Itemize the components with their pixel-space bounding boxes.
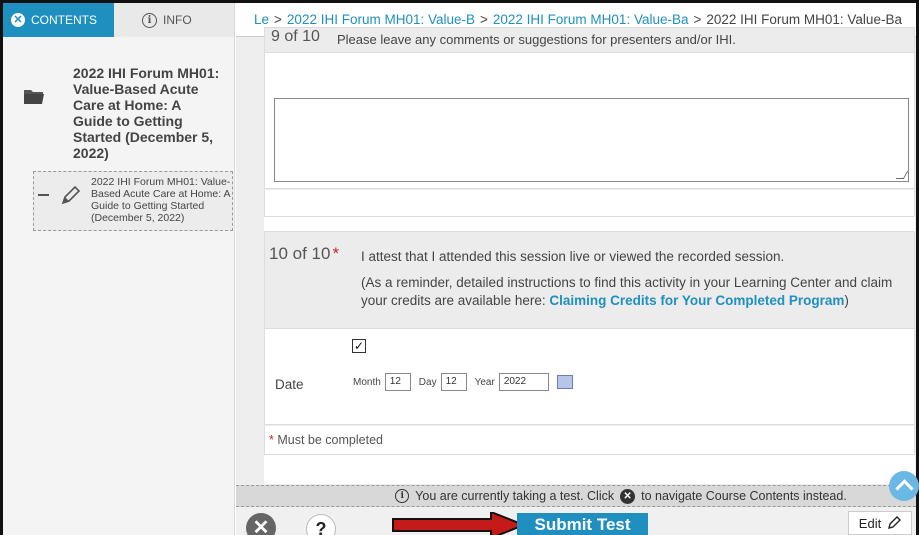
scroll-to-top-button[interactable]: [889, 471, 919, 501]
close-circle-icon[interactable]: ✕: [11, 13, 25, 27]
breadcrumb-separator: >: [480, 12, 488, 27]
day-label: Day: [418, 376, 437, 388]
module-title: 2022 IHI Forum MH01: Value-Based Acute C…: [91, 176, 231, 224]
tab-contents[interactable]: ✕ CONTENTS: [3, 3, 114, 37]
course-item[interactable]: 2022 IHI Forum MH01: Value-Based Acute C…: [3, 37, 234, 161]
pencil-icon: [888, 516, 902, 529]
breadcrumb-link-module[interactable]: 2022 IHI Forum MH01: Value-Ba: [493, 12, 689, 27]
breadcrumb-separator: >: [274, 12, 282, 27]
module-item[interactable]: 2022 IHI Forum MH01: Value-Based Acute C…: [33, 171, 233, 231]
required-note-text: Must be completed: [277, 433, 383, 447]
question-10-number: 10 of 10 *: [269, 244, 339, 264]
resize-handle-icon[interactable]: [895, 171, 909, 179]
close-circle-icon[interactable]: ✕: [620, 488, 636, 504]
bottom-toolbar: ✕ ? Submit Test Edit: [236, 507, 916, 535]
month-input[interactable]: 12: [384, 373, 411, 391]
question-10-header: 10 of 10 * I attest that I attended this …: [264, 231, 915, 329]
edit-label: Edit: [858, 515, 882, 531]
course-sidebar: ✕ CONTENTS i INFO 2022 IHI Forum MH01: V…: [3, 3, 235, 535]
question-10-number-label: 10 of 10: [269, 244, 331, 263]
required-marker: *: [332, 244, 340, 263]
question-10-reminder: (As a reminder, detailed instructions to…: [361, 274, 911, 310]
question-9-number: 9 of 10: [271, 28, 320, 45]
attest-checkbox[interactable]: ✓: [352, 339, 366, 353]
question-9-body: [264, 53, 915, 189]
comments-textarea[interactable]: [274, 98, 909, 182]
close-button[interactable]: ✕: [246, 513, 276, 535]
year-label: Year: [474, 376, 495, 388]
month-label: Month: [353, 376, 381, 388]
collapse-icon[interactable]: [38, 194, 49, 196]
arrow-pointer-icon: [392, 512, 526, 535]
sidebar-tabs: ✕ CONTENTS i INFO: [3, 3, 234, 37]
breadcrumb-current: 2022 IHI Forum MH01: Value-Ba: [706, 12, 902, 27]
info-circle-icon: i: [142, 12, 157, 28]
required-note-marker: *: [269, 433, 274, 447]
question-9-footer: [264, 189, 915, 217]
question-10-statement: I attest that I attended this session li…: [361, 249, 785, 264]
tab-info-label: INFO: [163, 13, 192, 27]
question-10-text: I attest that I attended this session li…: [361, 248, 911, 318]
required-note: * Must be completed: [264, 425, 915, 455]
status-text-before: You are currently taking a test. Click: [415, 489, 615, 503]
edit-button[interactable]: Edit: [848, 511, 912, 535]
test-status-bar: i You are currently taking a test. Click…: [236, 485, 916, 507]
main-panel: Le > 2022 IHI Forum MH01: Value-B > 2022…: [236, 3, 919, 535]
breadcrumb-link-root[interactable]: Le: [254, 12, 269, 27]
help-button[interactable]: ?: [306, 514, 336, 535]
breadcrumb-link-course[interactable]: 2022 IHI Forum MH01: Value-B: [287, 12, 475, 27]
submit-test-button[interactable]: Submit Test: [517, 513, 648, 535]
year-input[interactable]: 2022: [498, 373, 549, 391]
date-label: Date: [275, 377, 304, 392]
claiming-credits-link[interactable]: Claiming Credits for Your Completed Prog…: [549, 293, 844, 308]
tab-contents-label: CONTENTS: [31, 13, 97, 27]
pencil-icon: [61, 185, 81, 205]
info-icon: i: [395, 489, 410, 503]
test-content: 9 of 10 Please leave any comments or sug…: [264, 27, 915, 484]
course-title: 2022 IHI Forum MH01: Value-Based Acute C…: [73, 65, 220, 161]
breadcrumb-separator: >: [693, 12, 702, 27]
question-10-body: ✓ Date Month 12 Day 12 Year 2022: [264, 329, 915, 425]
day-input[interactable]: 12: [440, 373, 467, 391]
folder-icon: [24, 90, 44, 104]
calendar-icon[interactable]: [556, 375, 573, 389]
date-fields: Month 12 Day 12 Year 2022: [353, 373, 573, 391]
question-9-text: Please leave any comments or suggestions…: [337, 32, 736, 47]
question-9-header: 9 of 10 Please leave any comments or sug…: [264, 27, 915, 53]
reminder-suffix: ): [844, 293, 849, 308]
tab-info[interactable]: i INFO: [114, 3, 234, 37]
status-text-after: to navigate Course Contents instead.: [641, 489, 847, 503]
